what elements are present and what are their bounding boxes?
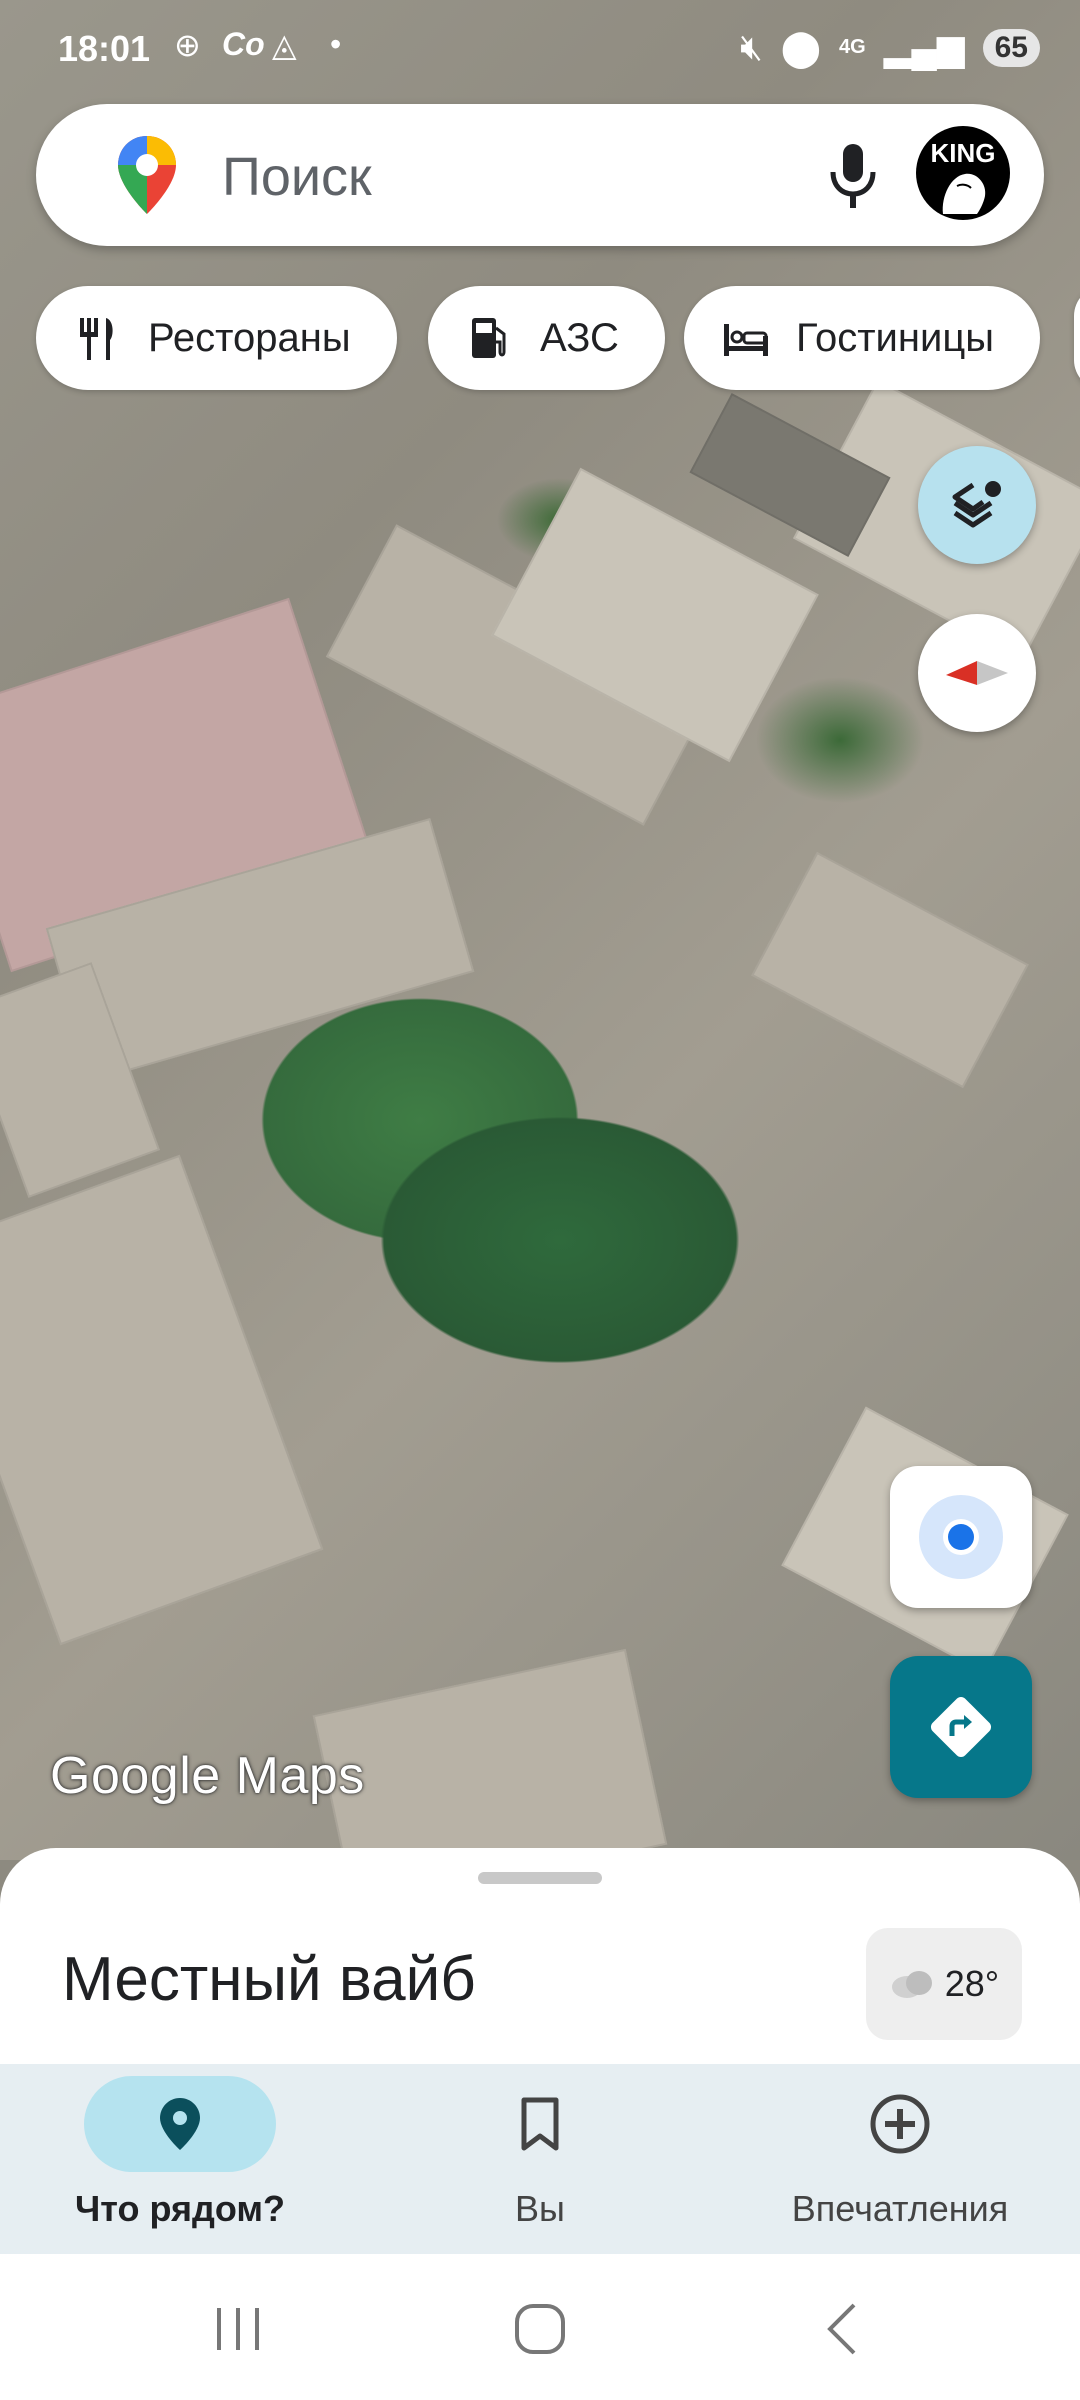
map-building <box>312 1648 668 1860</box>
alert-icon: ◬ <box>272 27 297 63</box>
restaurant-icon <box>80 318 113 360</box>
dot-icon: • <box>330 26 342 62</box>
my-location-button[interactable] <box>890 1466 1032 1608</box>
chip-label: АЗС <box>540 315 619 360</box>
cloud-sync-icon: Co <box>222 26 265 62</box>
chip-restaurants[interactable]: Рестораны <box>36 286 397 390</box>
plus-circle-icon: ⊕ <box>174 27 201 63</box>
map-building <box>0 1154 324 1646</box>
back-icon <box>827 2303 856 2355</box>
bottom-sheet[interactable]: Местный вайб 28° <box>0 1848 1080 2068</box>
cloud-icon <box>891 1971 932 1998</box>
home-icon <box>515 2304 565 2354</box>
nav-label: Впечатления <box>791 2188 1009 2229</box>
status-bar: 18:01 ⊕ Co ◬ • 🔇︎ ⬤ 4G ▂▄▆ 65 <box>0 0 1080 90</box>
recent-apps-icon <box>217 2308 259 2350</box>
search-input[interactable]: Поиск <box>222 146 372 208</box>
weather-chip[interactable]: 28° <box>866 1928 1022 2040</box>
nav-label: Вы <box>515 2188 565 2229</box>
gas-station-icon <box>472 318 506 358</box>
weather-temperature: 28° <box>944 1963 1000 2004</box>
microphone-icon[interactable] <box>826 142 880 212</box>
system-navigation-bar <box>0 2254 1080 2400</box>
compass-button[interactable] <box>918 614 1036 732</box>
maps-pin-icon <box>118 136 176 214</box>
chip-hotels[interactable]: Гостиницы <box>684 286 1040 390</box>
place-icon <box>160 2098 200 2150</box>
compass-icon <box>946 661 1008 685</box>
chip-label: Гостиницы <box>796 315 994 360</box>
location-icon: ⬤ <box>780 26 822 68</box>
nav-label: Что рядом? <box>75 2188 285 2229</box>
back-button[interactable] <box>802 2294 882 2364</box>
directions-button[interactable] <box>890 1656 1032 1798</box>
map-building <box>751 851 1029 1089</box>
add-circle-icon <box>870 2094 930 2154</box>
avatar[interactable]: KING <box>916 126 1010 220</box>
layers-button[interactable] <box>918 446 1036 564</box>
mute-icon: 🔇︎ <box>740 26 763 67</box>
recent-apps-button[interactable] <box>198 2294 278 2364</box>
my-location-icon <box>919 1495 1003 1579</box>
avatar-text: KING <box>930 138 996 168</box>
network-type: 4G <box>839 36 866 58</box>
search-bar[interactable]: Поиск KING <box>36 104 1044 246</box>
sheet-title: Местный вайб <box>62 1945 476 2014</box>
nav-active-indicator <box>84 2076 276 2172</box>
hotel-icon <box>724 324 768 356</box>
sheet-drag-handle[interactable] <box>478 1872 602 1884</box>
bottom-navigation: Что рядом? Вы Впечатления <box>0 2064 1080 2254</box>
home-button[interactable] <box>500 2294 580 2364</box>
lion-icon <box>942 173 986 214</box>
nav-item-you[interactable]: Вы <box>390 2076 690 2246</box>
bookmark-icon <box>521 2097 559 2151</box>
status-time: 18:01 <box>58 28 151 69</box>
layers-icon <box>952 481 1001 528</box>
nav-item-contribute[interactable]: Впечатления <box>750 2076 1050 2246</box>
nav-icon-container <box>804 2076 996 2172</box>
chip-gas-stations[interactable]: АЗС <box>428 286 665 390</box>
directions-icon <box>930 1696 992 1758</box>
google-maps-logo: Google Maps <box>50 1747 365 1805</box>
chip-label: Рестораны <box>148 315 351 360</box>
nav-item-explore[interactable]: Что рядом? <box>30 2076 330 2246</box>
battery-level: 65 <box>982 28 1040 67</box>
signal-icon: ▂▄▆ <box>883 26 965 68</box>
nav-icon-container <box>444 2076 636 2172</box>
